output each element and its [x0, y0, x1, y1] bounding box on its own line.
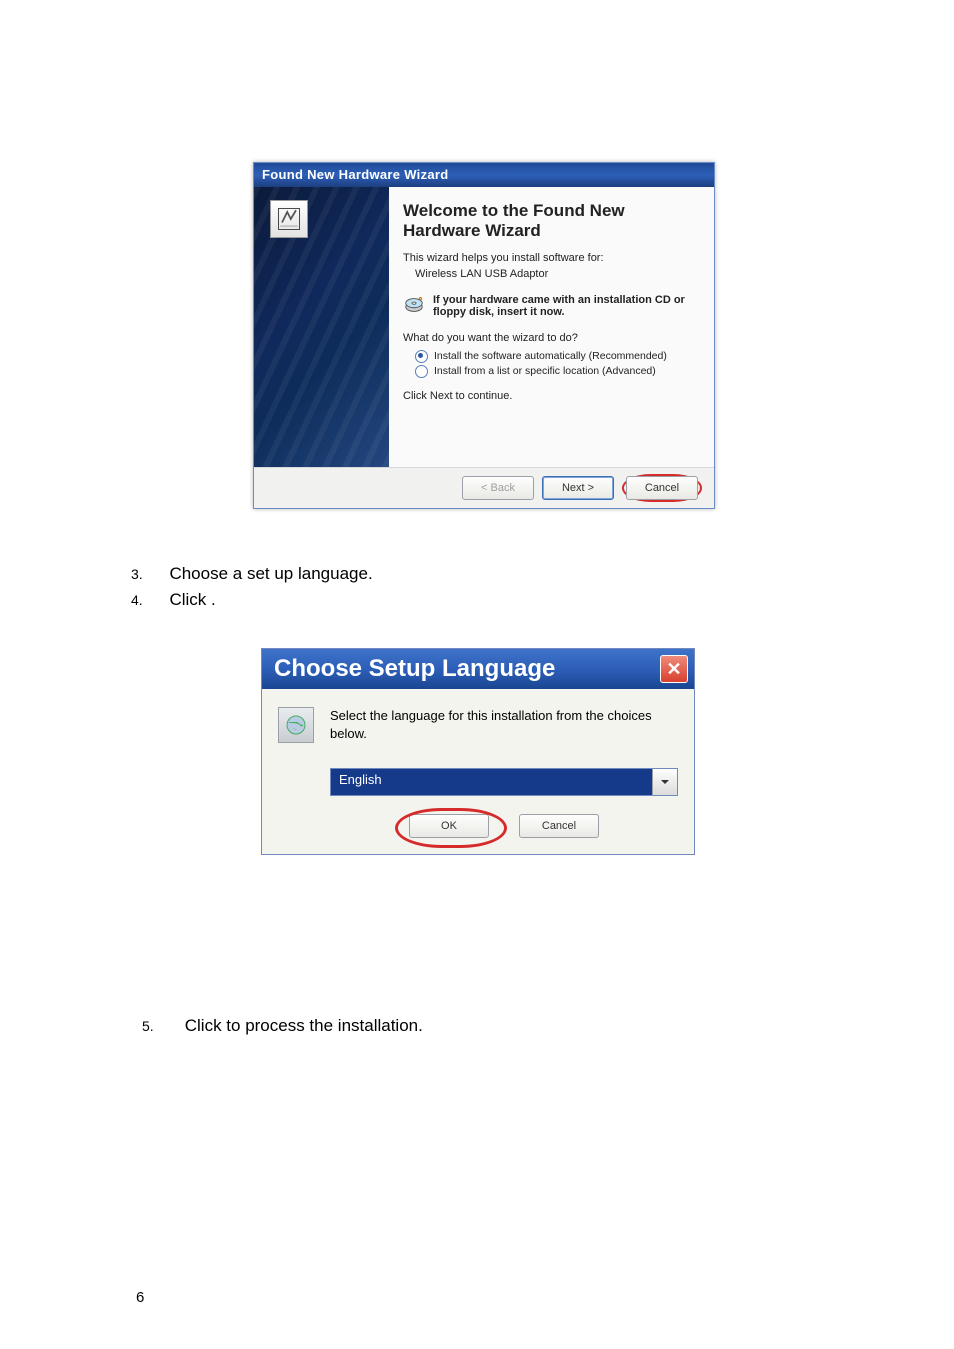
wizard-device-name: Wireless LAN USB Adaptor: [403, 268, 698, 280]
language-message: Select the language for this installatio…: [330, 707, 678, 742]
wizard-question: What do you want the wizard to do?: [403, 332, 698, 344]
radio-auto-install[interactable]: Install the software automatically (Reco…: [415, 350, 698, 363]
chevron-down-icon[interactable]: [652, 769, 677, 795]
wizard-intro: This wizard helps you install software f…: [403, 252, 698, 264]
language-dropdown[interactable]: English: [330, 768, 678, 796]
step-4-text: Click .: [169, 590, 215, 609]
cd-icon: [403, 294, 425, 316]
page-number: 6: [136, 1289, 144, 1306]
next-button[interactable]: Next >: [542, 476, 614, 500]
back-button: < Back: [462, 476, 534, 500]
step-5-number: 5.: [142, 1018, 180, 1034]
step-3-number: 3.: [131, 566, 165, 582]
cd-hint-row: If your hardware came with an installati…: [403, 294, 698, 318]
wizard-titlebar: Found New Hardware Wizard: [254, 163, 714, 187]
radio-specific-location[interactable]: Install from a list or specific location…: [415, 365, 698, 378]
cancel-lang-button[interactable]: Cancel: [519, 814, 599, 838]
language-dialog: Choose Setup Language ✕ Select the langu…: [261, 648, 695, 855]
wizard-heading: Welcome to the Found New Hardware Wizard: [403, 201, 698, 242]
language-title-text: Choose Setup Language: [274, 655, 555, 683]
cancel-button[interactable]: Cancel: [626, 476, 698, 500]
radio-specific-label: Install from a list or specific location…: [434, 365, 656, 377]
language-titlebar: Choose Setup Language ✕: [262, 649, 694, 689]
step-5: 5. Click to process the installation.: [142, 1016, 423, 1036]
step-4: 4. Click .: [131, 590, 373, 610]
step-4-number: 4.: [131, 592, 165, 608]
radio-auto-label: Install the software automatically (Reco…: [434, 350, 667, 362]
wizard-continue: Click Next to continue.: [403, 390, 698, 402]
hardware-wizard-dialog: Found New Hardware Wizard Welcome to the…: [253, 162, 715, 509]
wizard-footer: < Back Next > Cancel: [254, 467, 714, 508]
radio-dot-icon: [415, 350, 428, 363]
radio-empty-icon: [415, 365, 428, 378]
instruction-list: 3. Choose a set up language. 4. Click .: [131, 558, 373, 616]
step-3-text: Choose a set up language.: [169, 564, 372, 583]
language-selected: English: [331, 769, 652, 795]
step-5-text: Click to process the installation.: [185, 1016, 423, 1035]
hardware-icon: [270, 200, 308, 238]
cd-hint-text: If your hardware came with an installati…: [433, 294, 698, 318]
globe-icon: [278, 707, 314, 743]
cancel-highlight-ring: Cancel: [622, 474, 702, 502]
step-3: 3. Choose a set up language.: [131, 564, 373, 584]
ok-button[interactable]: OK: [409, 814, 489, 838]
close-icon[interactable]: ✕: [660, 655, 688, 683]
